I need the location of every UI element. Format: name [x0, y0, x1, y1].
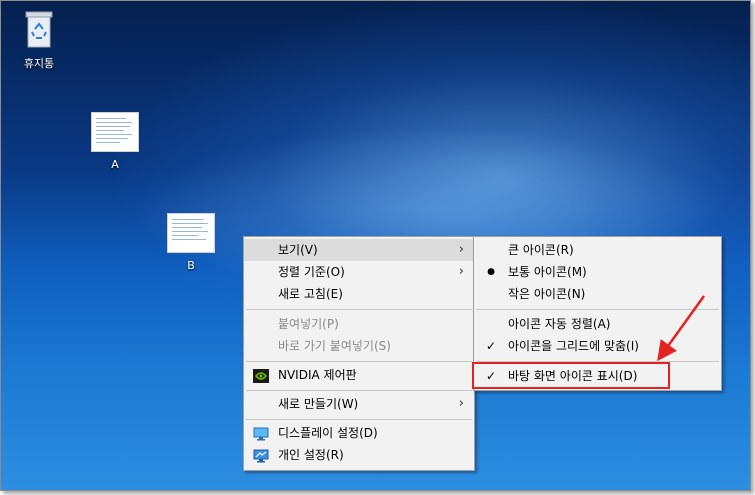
desktop[interactable]: 휴지통 A B 보기(V) › 정렬 기준(O) › 새로 고침(E) 붙여넣기…	[1, 1, 750, 490]
annotation-arrow-icon	[657, 295, 706, 362]
screenshot-frame: 휴지통 A B 보기(V) › 정렬 기준(O) › 새로 고침(E) 붙여넣기…	[0, 0, 751, 491]
